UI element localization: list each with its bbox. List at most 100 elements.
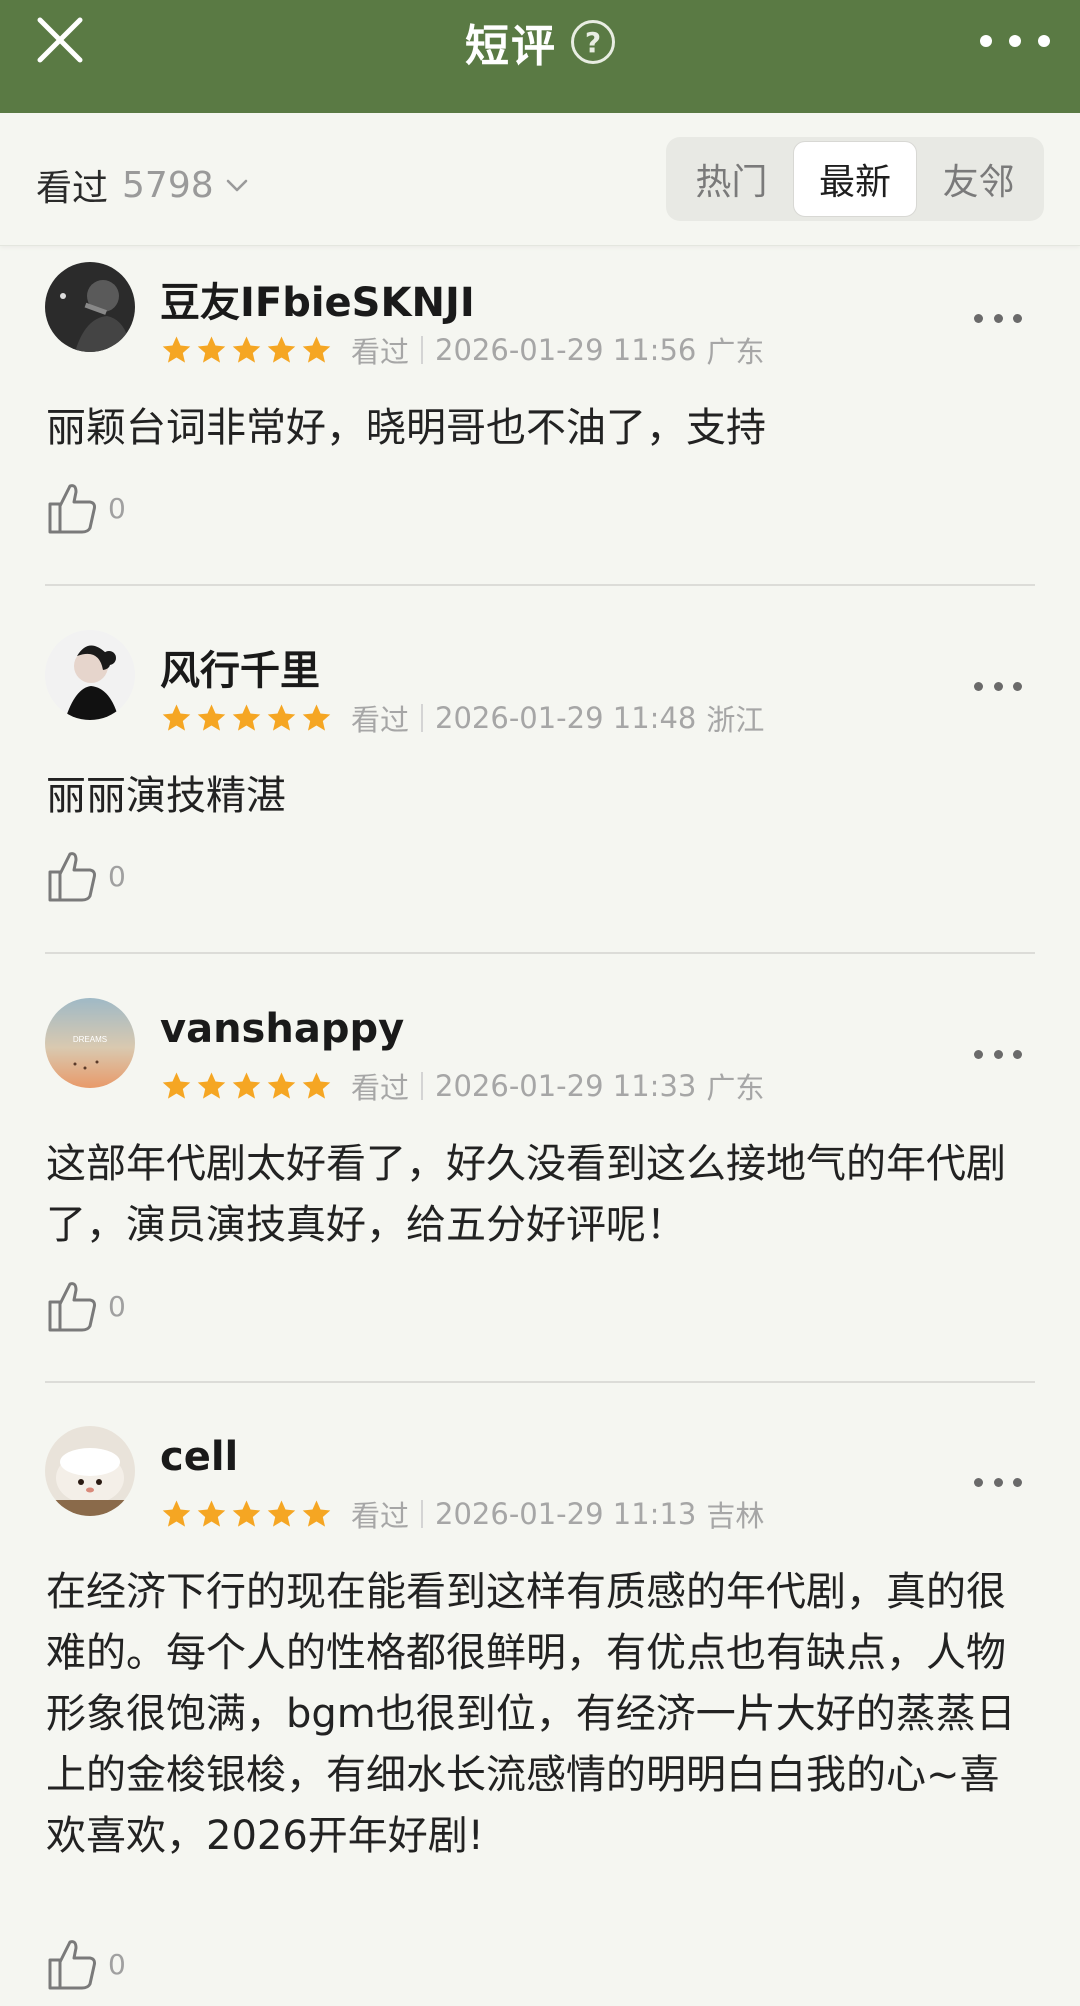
dot-icon [1038,35,1050,47]
thumbs-up-icon [48,852,96,902]
star-icon [232,1499,261,1527]
tab-latest[interactable]: 最新 [792,141,918,217]
star-icon [162,1071,191,1099]
star-icon [302,703,331,731]
review-more-button[interactable] [974,1044,1022,1064]
star-icon [197,335,226,363]
dot-icon [993,1477,1003,1487]
like-count: 0 [108,1947,126,1981]
dot-icon [1013,313,1022,323]
avatar[interactable] [45,1426,135,1516]
rating-stars [160,1070,333,1103]
dot-icon [1013,1049,1022,1059]
star-icon [197,1499,226,1527]
divider [45,584,1035,586]
dot-icon [974,681,983,691]
tab-friends[interactable]: 友邻 [917,141,1040,217]
username[interactable]: 风行千里 [160,638,320,696]
watch-status: 看过 [351,703,410,737]
chevron-down-icon [226,179,247,192]
meta-divider [421,704,424,732]
more-options-button[interactable] [980,26,1050,56]
star-icon [232,703,261,731]
watched-dropdown[interactable]: 看过 5798 [36,159,250,211]
star-icon [267,1071,296,1099]
rating-stars [160,334,333,367]
like-count: 0 [108,1289,126,1323]
star-icon [232,1071,261,1099]
dot-icon [1013,1477,1022,1487]
watch-status: 看过 [351,335,410,369]
username[interactable]: 豆友IFbieSKNJI [160,270,475,328]
dot-icon [993,1049,1003,1059]
like-count: 0 [108,491,126,525]
meta-divider [421,1072,424,1100]
like-button[interactable]: 0 [46,1278,126,1334]
thumbs-up-icon [48,1282,96,1332]
star-icon [267,1499,296,1527]
review-text: 丽颖台词非常好，晓明哥也不油了，支持 [46,405,766,451]
like-button[interactable]: 0 [46,848,126,904]
dot-icon [974,313,983,323]
review-meta: 看过 2026-01-29 11:48 浙江 [160,698,764,738]
meta-divider [421,1500,424,1528]
page-title: 短评 [465,21,557,72]
dot-icon [1013,681,1022,691]
star-icon [162,703,191,731]
tab-hot[interactable]: 热门 [670,141,793,217]
review-meta: 看过 2026-01-29 11:13 吉林 [160,1494,764,1534]
review-meta: 看过 2026-01-29 11:33 广东 [160,1066,764,1106]
dot-icon [980,35,992,47]
review-datetime: 2026-01-29 11:56 [435,333,697,367]
review-more-button[interactable] [974,1472,1022,1492]
dot-icon [974,1049,983,1059]
review-text: 丽丽演技精湛 [46,773,286,819]
watched-count: 5798 [122,164,214,206]
thumbs-up-icon [48,1940,96,1990]
avatar-image [45,630,135,720]
dot-icon [974,1477,983,1487]
avatar[interactable] [45,630,135,720]
avatar-image: DREAMS [45,998,135,1088]
review-location: 广东 [706,335,765,369]
star-icon [197,1071,226,1099]
avatar-text: DREAMS [73,1035,107,1044]
star-icon [232,335,261,363]
top-bar: 短评 ? [0,0,1080,113]
rating-stars [160,1498,333,1531]
username[interactable]: vanshappy [160,1006,404,1052]
filter-bar: 看过 5798 热门 最新 友邻 [0,113,1080,246]
star-icon [302,1071,331,1099]
star-icon [302,335,331,363]
review-text: 在经济下行的现在能看到这样有质感的年代剧，真的很难的。每个人的性格都很鲜明，有优… [46,1569,1016,1859]
watched-label: 看过 [36,168,109,209]
review-more-button[interactable] [974,308,1022,328]
star-icon [302,1499,331,1527]
star-icon [267,335,296,363]
avatar-image [45,262,135,352]
divider [45,952,1035,954]
review-datetime: 2026-01-29 11:48 [435,701,697,735]
like-count: 0 [108,859,126,893]
avatar[interactable]: DREAMS [45,998,135,1088]
avatar-image [45,1426,135,1516]
review-location: 广东 [706,1071,765,1105]
star-icon [267,703,296,731]
watch-status: 看过 [351,1499,410,1533]
avatar[interactable] [45,262,135,352]
review-location: 浙江 [706,703,765,737]
help-icon[interactable]: ? [571,20,615,64]
star-icon [197,703,226,731]
like-button[interactable]: 0 [46,480,126,536]
username[interactable]: cell [160,1434,238,1480]
meta-text: 看过 2026-01-29 11:56 广东 [351,329,764,371]
sort-segmented-control: 热门 最新 友邻 [666,137,1044,221]
rating-stars [160,702,333,735]
review-datetime: 2026-01-29 11:33 [435,1069,697,1103]
review-more-button[interactable] [974,676,1022,696]
review-meta: 看过 2026-01-29 11:56 广东 [160,330,764,370]
dot-icon [993,313,1003,323]
dot-icon [993,681,1003,691]
like-button[interactable]: 0 [46,1936,126,1992]
star-icon [162,1499,191,1527]
